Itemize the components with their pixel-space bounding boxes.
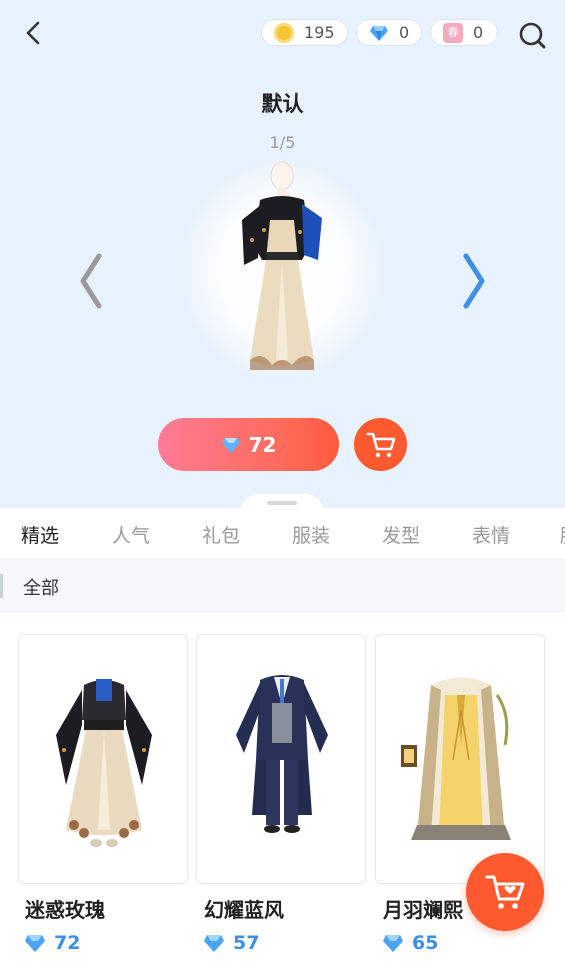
filter-indicator (0, 574, 3, 598)
filter-bar: 全部 (0, 558, 565, 613)
character-preview (242, 161, 322, 370)
cart-fab-button[interactable] (466, 853, 544, 931)
diamond-icon (370, 25, 388, 41)
tab-face[interactable]: 脸 (560, 521, 565, 548)
outfit-image (401, 677, 511, 840)
diamond-count: 0 (399, 23, 410, 42)
buy-button[interactable]: 72 (158, 418, 339, 471)
outfit-preview-panel: 195 0 春 0 默认 1/5 72 (0, 0, 565, 512)
buy-price: 72 (248, 432, 277, 457)
tab-clothing[interactable]: 服装 (292, 521, 330, 548)
tab-bundles[interactable]: 礼包 (202, 521, 240, 548)
add-to-cart-button[interactable] (354, 418, 407, 471)
page-indicator: 1/5 (269, 133, 296, 152)
outfit-image (56, 679, 152, 847)
diamond-icon (383, 935, 403, 952)
previous-outfit-arrow[interactable] (75, 250, 107, 312)
outfit-title: 默认 (261, 92, 304, 116)
ticket-icon: 春 (443, 22, 463, 43)
diamond-icon (204, 935, 224, 952)
back-icon[interactable] (22, 20, 46, 46)
item-name-3: 月羽斓熙 (383, 898, 463, 922)
shopping-cart-icon (485, 875, 525, 909)
search-icon[interactable] (517, 20, 547, 50)
tab-hairstyle[interactable]: 发型 (382, 521, 420, 548)
item-price-value: 57 (233, 932, 260, 954)
next-outfit-arrow[interactable] (458, 250, 490, 312)
cart-icon (366, 432, 395, 457)
tab-popular[interactable]: 人气 (112, 521, 150, 548)
diamond-icon (25, 935, 45, 952)
ticket-balance[interactable]: 春 0 (430, 19, 498, 46)
item-price-value: 65 (412, 932, 439, 954)
tab-featured[interactable]: 精选 (21, 521, 59, 548)
outfit-image (236, 675, 328, 833)
tab-expression[interactable]: 表情 (472, 521, 510, 548)
item-name-2: 幻耀蓝风 (204, 898, 284, 922)
item-price-3: 65 (382, 932, 438, 954)
item-card-1[interactable] (18, 634, 188, 884)
diamond-icon (221, 437, 240, 453)
ticket-count: 0 (473, 23, 484, 42)
item-card-2[interactable] (196, 634, 366, 884)
item-name-1: 迷惑玫瑰 (25, 898, 105, 922)
drawer-grip (267, 501, 297, 505)
item-card-3[interactable] (375, 634, 545, 884)
item-price-value: 72 (54, 932, 81, 954)
filter-all[interactable]: 全部 (23, 574, 59, 600)
coin-count: 195 (304, 23, 335, 42)
coin-icon (274, 22, 294, 43)
category-tabs: 精选 人气 礼包 服装 发型 表情 脸 (0, 508, 565, 558)
diamond-balance[interactable]: 0 (356, 19, 422, 46)
coin-balance[interactable]: 195 (261, 19, 348, 46)
item-price-2: 57 (203, 932, 259, 954)
item-price-1: 72 (24, 932, 80, 954)
